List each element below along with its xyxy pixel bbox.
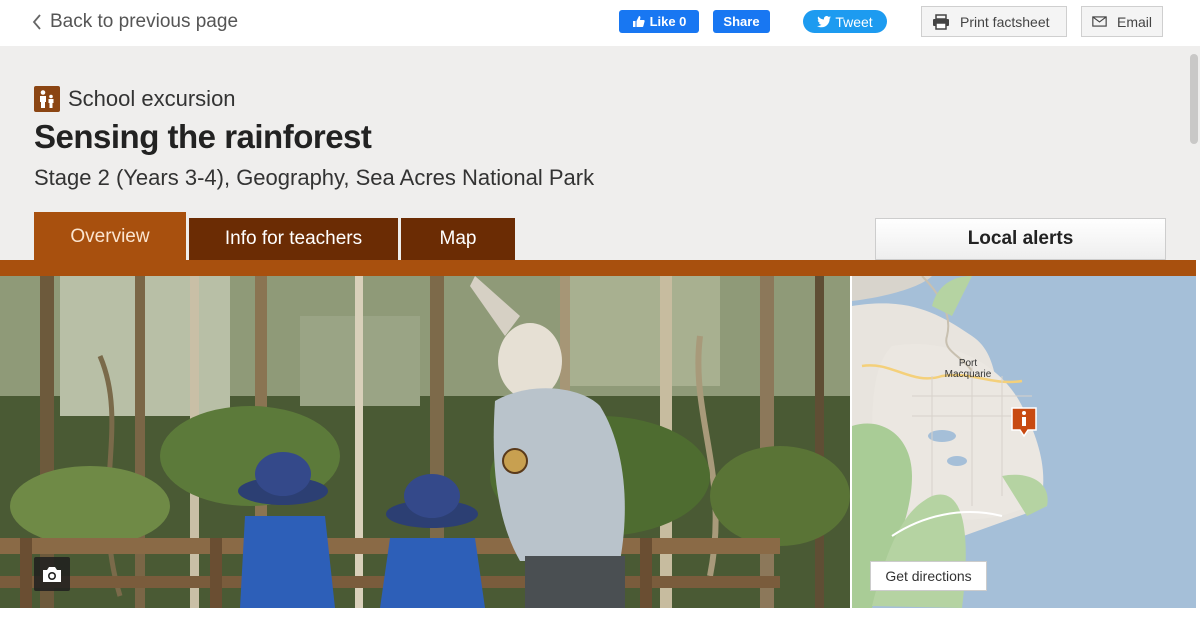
tab-overview[interactable]: Overview (34, 212, 186, 262)
category-heading: School excursion (34, 86, 236, 112)
page-bottom (0, 608, 1200, 628)
email-button[interactable]: Email (1081, 6, 1163, 37)
thumbs-up-icon (632, 16, 645, 27)
category-label: School excursion (68, 86, 236, 111)
chevron-left-icon (32, 14, 41, 30)
print-factsheet-button[interactable]: Print factsheet (921, 6, 1067, 37)
tab-map[interactable]: Map (401, 218, 515, 260)
tab-underline-bar (0, 260, 1196, 276)
tweet-button[interactable]: Tweet (803, 10, 887, 33)
facebook-like-label: Like 0 (649, 14, 687, 29)
camera-icon (43, 566, 61, 582)
back-link[interactable]: Back to previous page (32, 11, 238, 33)
facebook-like-button[interactable]: Like 0 (619, 10, 699, 33)
scrollbar[interactable] (1187, 46, 1200, 260)
rainforest-photo (0, 276, 850, 608)
envelope-icon (1092, 16, 1107, 27)
page-title: Sensing the rainforest (34, 118, 372, 155)
local-alerts-button[interactable]: Local alerts (875, 218, 1166, 260)
email-label: Email (1116, 13, 1152, 30)
tweet-label: Tweet (835, 13, 873, 30)
printer-icon (933, 13, 949, 30)
back-link-label: Back to previous page (50, 11, 239, 32)
print-factsheet-label: Print factsheet (960, 13, 1050, 30)
map-canvas (852, 276, 1196, 608)
top-toolbar: Back to previous page Like 0 Share Tweet… (0, 0, 1200, 46)
camera-button[interactable] (34, 557, 70, 591)
tab-info-for-teachers[interactable]: Info for teachers (189, 218, 398, 260)
family-icon (34, 86, 60, 112)
hero-photo (0, 276, 850, 608)
facebook-share-button[interactable]: Share (713, 10, 770, 33)
facebook-share-label: Share (723, 14, 760, 29)
location-map[interactable]: Port Macquarie (852, 276, 1196, 608)
get-directions-button[interactable]: Get directions (870, 561, 987, 591)
scrollbar-thumb[interactable] (1190, 54, 1198, 144)
map-place-label: Port Macquarie (944, 358, 992, 380)
page-subtitle: Stage 2 (Years 3-4), Geography, Sea Acre… (34, 165, 595, 190)
twitter-bird-icon (817, 15, 832, 27)
